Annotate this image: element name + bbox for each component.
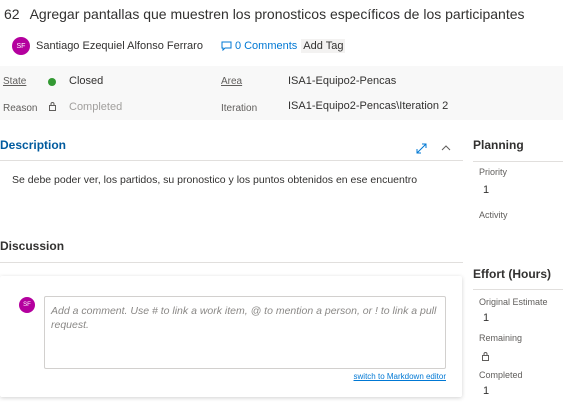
remaining-label: Remaining xyxy=(479,333,523,343)
priority-label: Priority xyxy=(479,167,508,177)
completed-label: Completed xyxy=(479,370,523,380)
add-tag-button[interactable]: Add Tag xyxy=(301,39,346,53)
completed-value[interactable]: 1 xyxy=(483,385,489,397)
fields-panel: State Closed Reason Completed Area ISA1-… xyxy=(0,66,563,120)
iteration-value[interactable]: ISA1-Equipo2-Pencas\Iteration 2 xyxy=(288,100,448,112)
reason-label: Reason xyxy=(3,103,38,114)
state-label: State xyxy=(3,76,27,87)
divider xyxy=(0,160,463,161)
reason-value: Completed xyxy=(69,101,123,113)
work-item-id: 62 xyxy=(4,6,20,22)
owner-row: SF Santiago Ezequiel Alfonso Ferraro 0 C… xyxy=(12,37,346,55)
description-text[interactable]: Se debe poder ver, los partidos, su pron… xyxy=(12,174,417,186)
activity-label[interactable]: Activity xyxy=(479,210,508,220)
comment-input[interactable]: Add a comment. Use # to link a work item… xyxy=(44,296,446,369)
state-value[interactable]: Closed xyxy=(69,75,103,87)
area-label: Area xyxy=(221,76,243,87)
state-indicator xyxy=(48,78,56,86)
expand-icon[interactable] xyxy=(416,141,427,159)
description-actions xyxy=(416,141,451,159)
comments-count: 0 Comments xyxy=(234,40,298,52)
comment-avatar: SF xyxy=(19,297,35,313)
description-heading[interactable]: Description xyxy=(0,138,66,152)
iteration-label: Iteration xyxy=(221,103,258,114)
divider xyxy=(473,161,563,162)
work-item-title[interactable]: Agregar pantallas que muestren los prono… xyxy=(30,6,525,22)
effort-heading: Effort (Hours) xyxy=(473,267,551,281)
divider xyxy=(473,289,563,290)
comments-link[interactable]: 0 Comments xyxy=(221,40,297,52)
priority-value[interactable]: 1 xyxy=(483,184,489,196)
lock-icon xyxy=(48,101,57,114)
comment-icon xyxy=(221,41,232,51)
assigned-to-name[interactable]: Santiago Ezequiel Alfonso Ferraro xyxy=(36,40,203,52)
discussion-heading: Discussion xyxy=(0,239,65,253)
lock-icon xyxy=(481,348,490,366)
original-estimate-label: Original Estimate xyxy=(479,297,548,307)
original-estimate-value[interactable]: 1 xyxy=(483,312,489,324)
chevron-up-icon[interactable] xyxy=(441,141,451,159)
area-value[interactable]: ISA1-Equipo2-Pencas xyxy=(288,75,396,87)
markdown-editor-link[interactable]: switch to Markdown editor xyxy=(354,372,446,381)
divider xyxy=(0,262,463,263)
work-item-title-row: 62 Agregar pantallas que muestren los pro… xyxy=(4,6,525,22)
planning-heading: Planning xyxy=(473,138,524,152)
avatar[interactable]: SF xyxy=(12,37,30,55)
